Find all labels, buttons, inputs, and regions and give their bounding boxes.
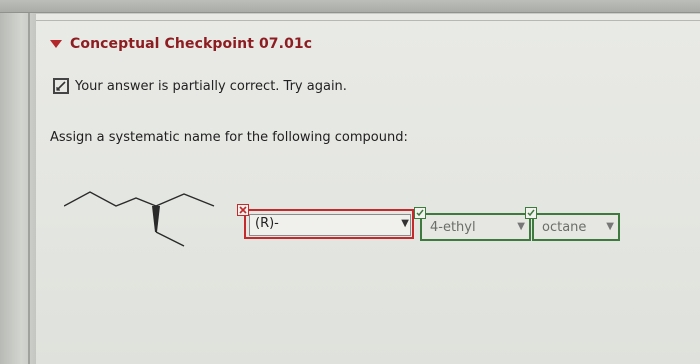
check-icon <box>525 207 537 219</box>
check-icon <box>414 207 426 219</box>
feedback-row: Your answer is partially correct. Try ag… <box>53 76 347 96</box>
question-prompt: Assign a systematic name for the followi… <box>50 130 408 145</box>
checkpoint-title: Conceptual Checkpoint 07.01c <box>70 36 313 52</box>
partial-check-icon <box>53 78 69 94</box>
panel-divider <box>36 20 700 21</box>
parent-chain-value: octane <box>542 220 587 235</box>
substituent-value: 4-ethyl <box>430 220 476 235</box>
substituent-select[interactable]: 4-ethyl ▼ <box>420 213 531 241</box>
stereo-descriptor-select[interactable]: (R)- ▼ <box>244 209 414 239</box>
chevron-down-icon[interactable]: ▼ <box>401 218 409 229</box>
chevron-down-icon[interactable]: ▼ <box>517 221 525 232</box>
stereo-descriptor-value: (R)- <box>255 216 279 231</box>
chevron-down-icon[interactable]: ▼ <box>606 221 614 232</box>
checkpoint-header[interactable]: Conceptual Checkpoint 07.01c <box>50 34 312 54</box>
top-bar <box>0 0 700 13</box>
x-icon <box>237 204 249 216</box>
left-sidebar-strip <box>0 0 36 364</box>
sidebar-divider <box>28 0 30 364</box>
parent-chain-select[interactable]: octane ▼ <box>532 213 620 241</box>
collapse-triangle-icon[interactable] <box>50 40 62 48</box>
feedback-text: Your answer is partially correct. Try ag… <box>75 78 347 94</box>
compound-structure <box>64 191 215 247</box>
